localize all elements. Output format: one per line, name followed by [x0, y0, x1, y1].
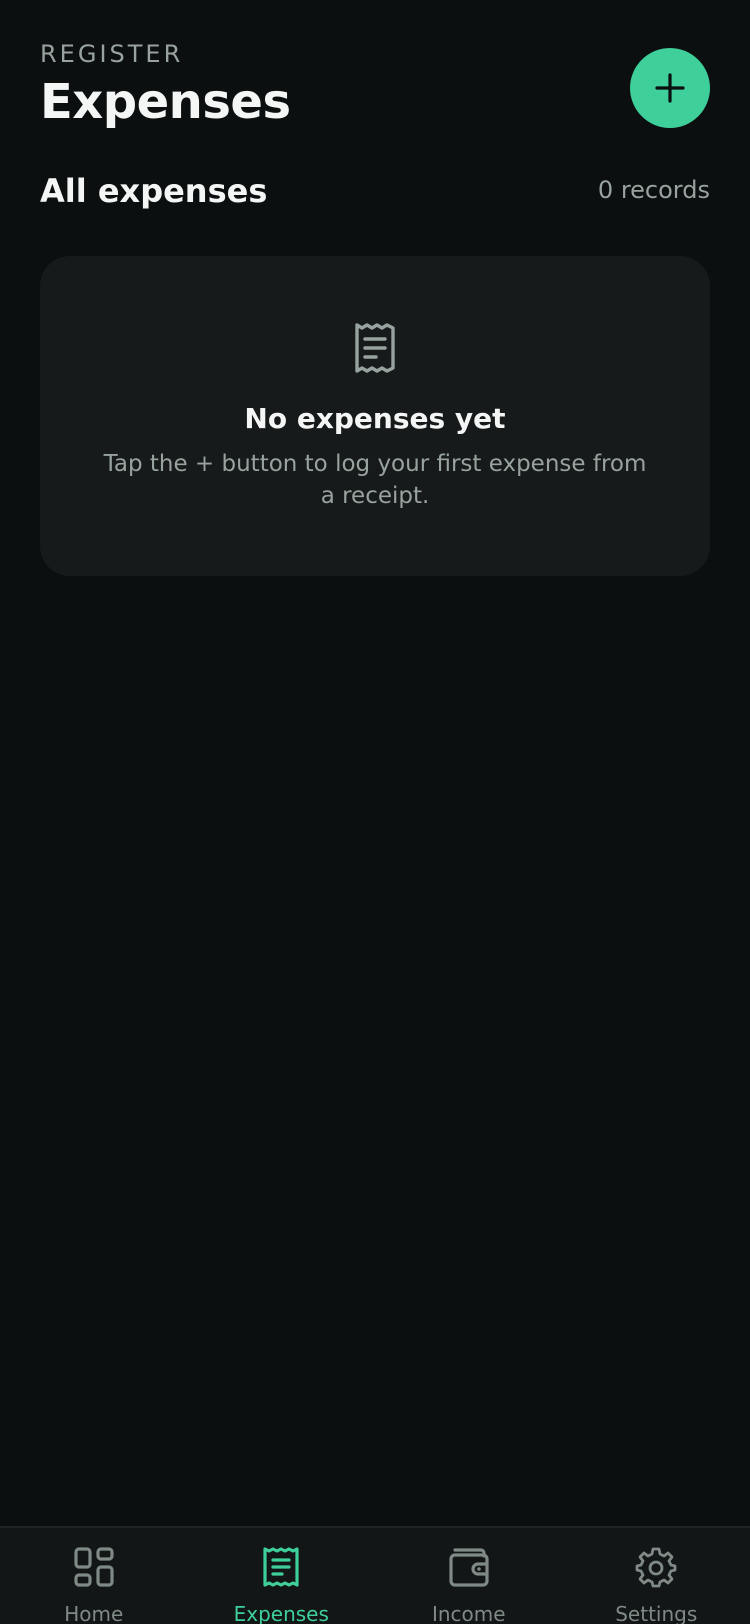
- tab-label: Home: [64, 1602, 124, 1624]
- empty-state-text: Tap the + button to log your first expen…: [103, 451, 647, 509]
- tab-settings[interactable]: Settings: [563, 1528, 750, 1624]
- gear-icon: [635, 1547, 677, 1588]
- section-title: All expenses: [40, 172, 268, 210]
- add-expense-button[interactable]: [630, 48, 710, 128]
- tab-home[interactable]: Home: [0, 1528, 188, 1624]
- receipt-icon: [355, 323, 395, 373]
- tab-label: Income: [431, 1602, 506, 1624]
- tab-label: Expenses: [233, 1602, 329, 1624]
- tab-income[interactable]: Income: [375, 1528, 563, 1624]
- empty-state-title: No expenses yet: [244, 402, 506, 435]
- wallet-icon: [449, 1548, 489, 1587]
- page-title: Expenses: [40, 74, 291, 130]
- bottom-tab-bar: Home Expenses Income Settings: [0, 1526, 750, 1624]
- grid-icon: [74, 1547, 114, 1587]
- records-count: 0 records: [597, 176, 710, 204]
- plus-icon: [655, 73, 685, 103]
- tab-label: Settings: [615, 1602, 698, 1624]
- receipt-icon: [263, 1547, 299, 1587]
- expenses-screen: REGISTER Expenses All expenses 0 records…: [0, 0, 750, 1624]
- page-eyebrow: REGISTER: [40, 40, 184, 68]
- tab-expenses[interactable]: Expenses: [188, 1528, 376, 1624]
